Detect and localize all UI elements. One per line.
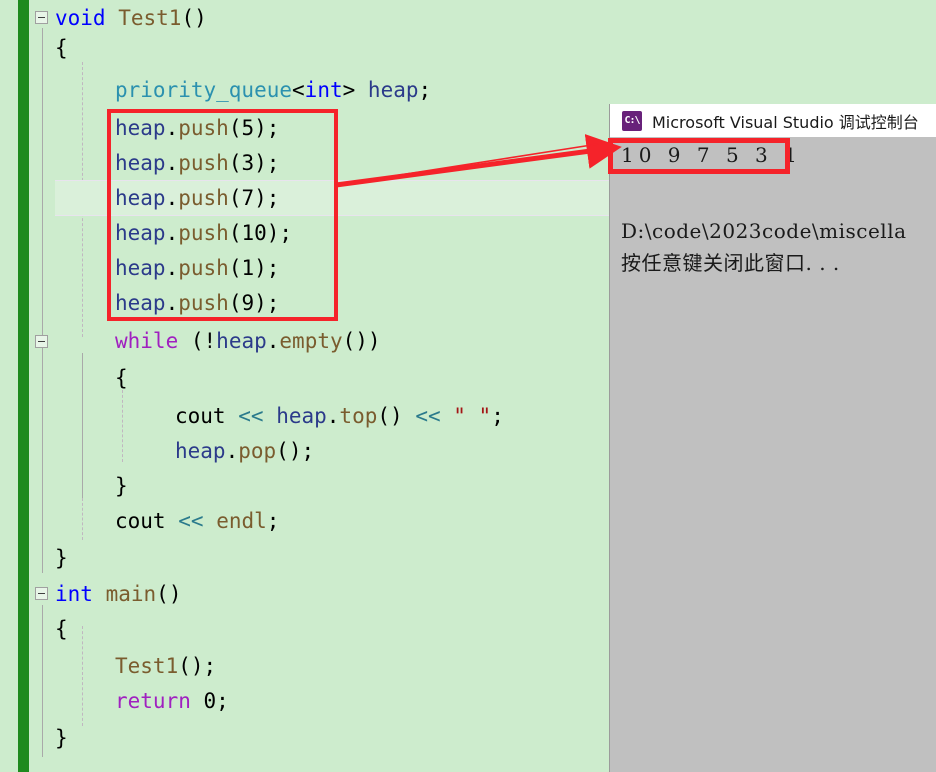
code-line-close-brace-1[interactable]: } (55, 540, 68, 576)
keyword-return: return (115, 689, 191, 713)
fold-toggle-while[interactable] (35, 335, 48, 348)
code-line-cout-top[interactable]: cout << heap.top() << " "; (175, 398, 504, 434)
code-line-push-3[interactable]: heap.push(3); (115, 145, 279, 181)
console-exit-hint: 按任意键关闭此窗口. . . (621, 251, 840, 275)
scope-guide-outer-main (42, 605, 43, 757)
var-heap: heap (367, 78, 419, 102)
scope-guide-while (82, 353, 83, 498)
code-line-push-9[interactable]: heap.push(9); (115, 285, 279, 321)
literal-zero: 0 (203, 689, 217, 713)
console-output-area[interactable]: 10 9 7 5 3 1 D:\code\2023code\miscella 按… (610, 137, 936, 772)
indent-guide-2 (122, 390, 123, 462)
code-line-push-7[interactable]: heap.push(7); (115, 180, 279, 216)
indent-guide-3 (82, 498, 83, 540)
code-line-int-main[interactable]: int main() (55, 576, 181, 612)
code-line-close-brace-2[interactable]: } (115, 468, 128, 504)
string-literal-space: " " (453, 404, 492, 428)
debug-console-window[interactable]: C:\ Microsoft Visual Studio 调试控制台 10 9 7… (610, 104, 936, 772)
code-line-cout-endl[interactable]: cout << endl; (115, 503, 279, 539)
fnname-test1: Test1 (118, 6, 182, 30)
unsaved-change-bar (18, 0, 29, 772)
stream-cout: cout (175, 404, 226, 428)
code-line-open-brace-3[interactable]: { (55, 611, 68, 647)
type-int: int (304, 78, 343, 102)
console-titlebar[interactable]: C:\ Microsoft Visual Studio 调试控制台 (610, 104, 936, 137)
code-line-push-10[interactable]: heap.push(10); (115, 215, 292, 251)
code-line-return-0[interactable]: return 0; (115, 683, 229, 719)
fnname-main: main (105, 582, 157, 606)
fold-toggle-main[interactable] (35, 587, 48, 600)
code-line-open-brace-2[interactable]: { (115, 360, 128, 396)
keyword-void: void (55, 6, 106, 30)
code-line-declare-heap[interactable]: priority_queue<int> heap; (115, 72, 431, 108)
code-line-pop[interactable]: heap.pop(); (175, 433, 314, 469)
console-exe-path: D:\code\2023code\miscella (621, 219, 907, 243)
code-line-open-brace-1[interactable]: { (55, 30, 68, 66)
code-line-call-test1[interactable]: Test1(); (115, 648, 216, 684)
code-line-while[interactable]: while (!heap.empty()) (115, 323, 381, 359)
console-title-text: Microsoft Visual Studio 调试控制台 (652, 112, 919, 132)
type-priority-queue: priority_queue (115, 78, 293, 102)
fold-toggle-test1[interactable] (35, 11, 48, 24)
scope-guide-outer-test1 (42, 28, 43, 573)
code-line-push-1[interactable]: heap.push(1); (115, 250, 279, 286)
keyword-while: while (115, 329, 179, 353)
indent-guide-4 (82, 626, 83, 726)
stream-endl: endl (216, 509, 267, 533)
code-line-void-test1[interactable]: void Test1() (55, 0, 207, 36)
editor-gutter (0, 0, 18, 772)
console-app-icon: C:\ (622, 110, 642, 131)
code-line-push-5[interactable]: heap.push(5); (115, 110, 279, 146)
code-line-close-brace-3[interactable]: } (55, 720, 68, 756)
console-output-values: 10 9 7 5 3 1 (621, 143, 802, 167)
